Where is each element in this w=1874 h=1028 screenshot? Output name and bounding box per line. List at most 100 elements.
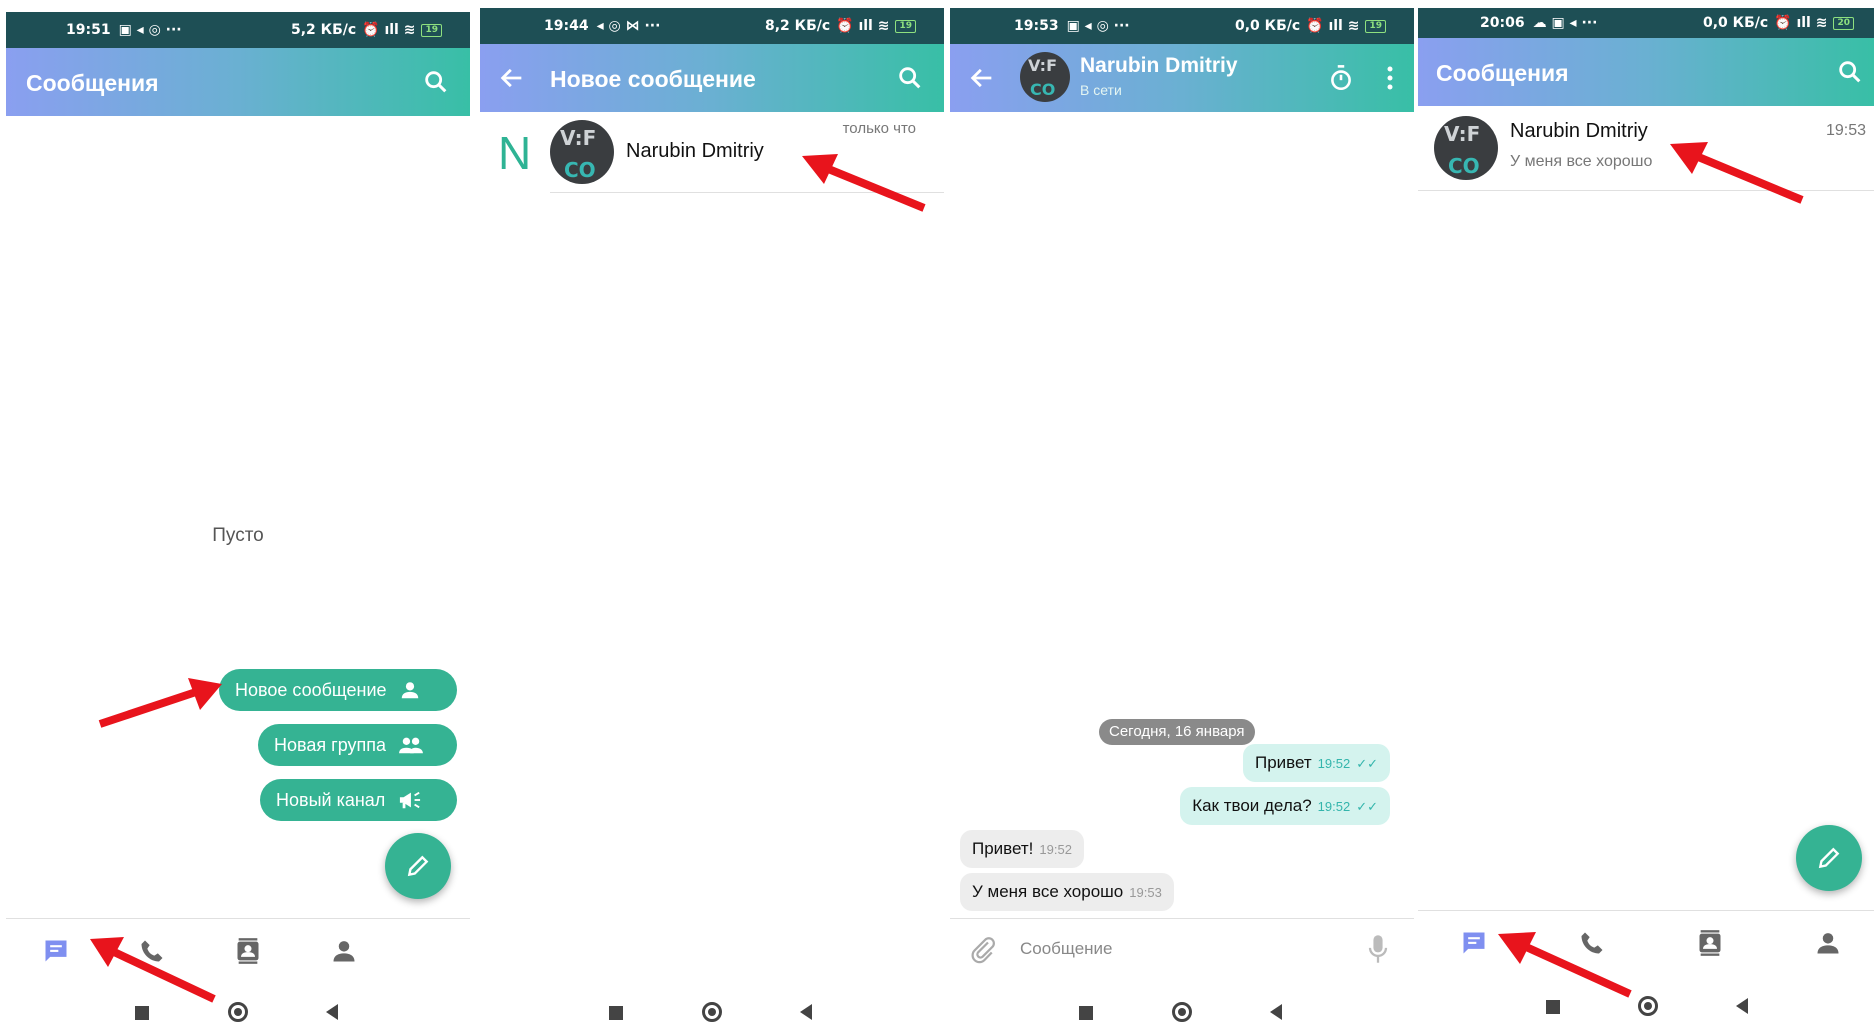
avatar: V:F CO: [550, 120, 614, 184]
empty-state-text: Пусто: [212, 525, 264, 546]
contacts-icon[interactable]: [234, 937, 262, 965]
date-chip: Сегодня, 16 января: [1099, 719, 1255, 745]
last-message: У меня все хорошо: [1510, 153, 1653, 170]
chat-time: 19:53: [1825, 122, 1866, 139]
network-speed: 5,2 КБ/с: [290, 22, 357, 38]
network-speed: 0,0 КБ/с: [1702, 15, 1769, 31]
panel-chat: 19:53 ▣ ◂ ◎ ··· 0,0 КБ/с ⏰ ıll ≋ 19 V:F CO …: [950, 0, 1414, 1028]
chat-name: Narubin Dmitriy: [1510, 120, 1648, 142]
status-bar: 20:06 ☁ ▣ ◂ ··· 0,0 КБ/с ⏰ ıll ≋ 20: [1418, 8, 1874, 38]
chat-icon[interactable]: [1460, 929, 1488, 957]
more-vert-icon[interactable]: [1384, 64, 1396, 92]
recents-button[interactable]: [1079, 1006, 1093, 1020]
pencil-icon: [1818, 847, 1840, 869]
compose-fab[interactable]: [1796, 825, 1862, 891]
recents-button[interactable]: [1546, 1000, 1560, 1014]
app-bar: Новое сообщение: [480, 44, 944, 112]
new-group-button[interactable]: Новая группа: [258, 724, 457, 766]
network-speed: 0,0 КБ/с: [1234, 18, 1301, 34]
avatar: V:F CO: [1434, 116, 1498, 180]
status-time: 19:51: [66, 22, 111, 38]
system-navigation: [950, 990, 1414, 1028]
message-bubble-outgoing[interactable]: Как твои дела? 19:52 ✓✓: [1180, 787, 1390, 825]
pointer-arrow-icon: [98, 678, 222, 728]
contact-time: только что: [842, 120, 916, 137]
back-button[interactable]: [326, 1004, 338, 1020]
search-icon[interactable]: [896, 64, 924, 92]
network-speed: 8,2 КБ/с: [764, 18, 831, 34]
message-time: 19:52: [1317, 756, 1351, 771]
attach-icon[interactable]: [968, 935, 998, 965]
status-time: 20:06: [1480, 15, 1525, 31]
status-time: 19:53: [1014, 18, 1059, 34]
avatar[interactable]: V:F CO: [1020, 52, 1070, 102]
back-arrow-icon[interactable]: [968, 64, 996, 92]
status-icons: ▣ ◂ ◎ ···: [118, 22, 182, 38]
back-button[interactable]: [1270, 1004, 1282, 1020]
page-title: Сообщения: [1436, 60, 1569, 86]
message-input[interactable]: Сообщение: [1020, 939, 1113, 959]
search-icon[interactable]: [422, 68, 450, 96]
new-channel-label: Новый канал: [276, 789, 386, 810]
signal-icons: ⏰ ıll ≋: [1774, 15, 1828, 31]
divider: [550, 192, 944, 193]
phone-icon[interactable]: [138, 937, 166, 965]
status-bar: 19:44 ◂ ◎ ⋈ ··· 8,2 КБ/с ⏰ ıll ≋ 19: [480, 8, 944, 44]
contact-name: Narubin Dmitriy: [626, 140, 764, 162]
panel-messages-empty: 19:51 ▣ ◂ ◎ ··· 5,2 КБ/с ⏰ ıll ≋ 19 Сообщен…: [6, 0, 470, 1028]
status-bar: 19:53 ▣ ◂ ◎ ··· 0,0 КБ/с ⏰ ıll ≋ 19: [950, 8, 1414, 44]
app-bar: Сообщения: [6, 48, 470, 116]
app-bar: V:F CO Narubin Dmitriy В сети: [950, 44, 1414, 112]
back-arrow-icon[interactable]: [498, 64, 526, 92]
read-check-icon: ✓✓: [1356, 799, 1378, 814]
back-button[interactable]: [800, 1004, 812, 1020]
home-button[interactable]: [1638, 996, 1658, 1016]
person-icon: [401, 682, 418, 699]
divider: [1418, 190, 1874, 191]
read-check-icon: ✓✓: [1356, 756, 1378, 771]
new-channel-button[interactable]: Новый канал: [260, 779, 457, 821]
battery-icon: 20: [1833, 16, 1854, 30]
app-bar: Сообщения: [1418, 38, 1874, 106]
message-bubble-outgoing[interactable]: Привет 19:52 ✓✓: [1242, 744, 1390, 782]
home-button[interactable]: [1172, 1002, 1192, 1022]
recents-button[interactable]: [135, 1006, 149, 1020]
group-icon: [399, 737, 423, 754]
chat-icon[interactable]: [42, 937, 70, 965]
battery-icon: 19: [421, 23, 442, 37]
system-navigation: [1418, 984, 1874, 1024]
contacts-icon[interactable]: [1696, 929, 1724, 957]
chat-title: Narubin Dmitriy: [1080, 54, 1238, 77]
message-composer: Сообщение: [950, 918, 1414, 980]
message-bubble-incoming[interactable]: У меня все хорошо 19:53: [960, 873, 1174, 911]
compose-fab[interactable]: [385, 833, 451, 899]
recents-button[interactable]: [609, 1006, 623, 1020]
section-letter: N: [498, 127, 532, 179]
page-title: Сообщения: [26, 70, 159, 96]
phone-icon[interactable]: [1578, 929, 1606, 957]
status-icons: ☁ ▣ ◂ ···: [1532, 15, 1598, 31]
pointer-arrow-icon: [1670, 142, 1804, 204]
system-navigation: [6, 990, 470, 1028]
bottom-navigation: [1418, 910, 1874, 974]
home-button[interactable]: [702, 1002, 722, 1022]
pointer-arrow-icon: [802, 154, 926, 212]
search-icon[interactable]: [1836, 58, 1864, 86]
battery-icon: 19: [1365, 19, 1386, 33]
profile-icon[interactable]: [1814, 929, 1842, 957]
signal-icons: ⏰ ıll ≋: [836, 18, 890, 34]
presence-status: В сети: [1080, 82, 1122, 98]
microphone-icon[interactable]: [1366, 933, 1390, 965]
pencil-icon: [407, 855, 429, 877]
message-time: 19:53: [1129, 885, 1162, 900]
message-bubble-incoming[interactable]: Привет! 19:52: [960, 830, 1084, 868]
panel-new-message: 19:44 ◂ ◎ ⋈ ··· 8,2 КБ/с ⏰ ıll ≋ 19 Новое с…: [480, 0, 944, 1028]
home-button[interactable]: [228, 1002, 248, 1022]
back-button[interactable]: [1736, 998, 1748, 1014]
profile-icon[interactable]: [330, 937, 358, 965]
bottom-navigation: [6, 918, 470, 982]
new-message-button[interactable]: Новое сообщение: [219, 669, 457, 711]
new-message-label: Новое сообщение: [235, 679, 387, 700]
timer-icon[interactable]: [1328, 64, 1354, 92]
status-icons: ▣ ◂ ◎ ···: [1066, 18, 1130, 34]
